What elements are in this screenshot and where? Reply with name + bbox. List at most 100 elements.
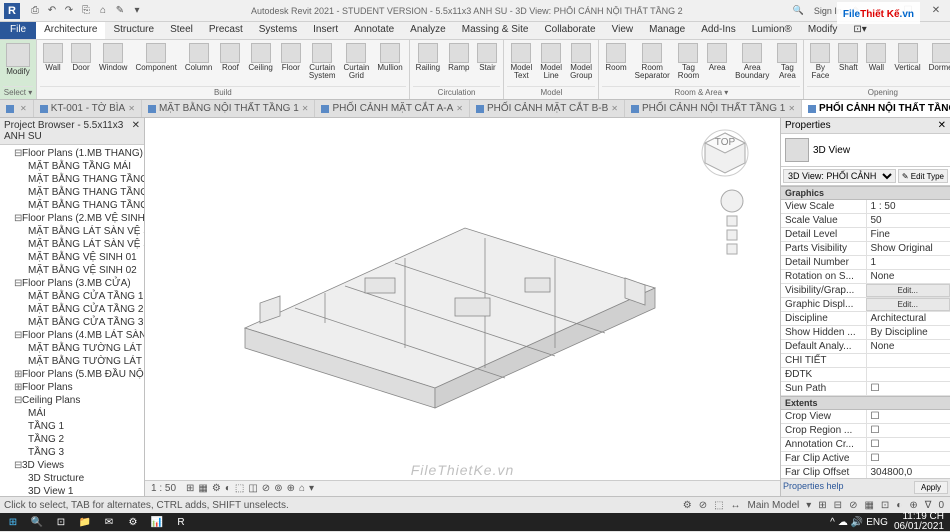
property-row[interactable]: Far Clip Active [781,452,950,466]
ribbon-button-room[interactable]: Room [602,42,629,73]
property-value[interactable] [866,354,950,367]
tree-node[interactable]: ⊞Floor Plans [0,381,144,394]
status-icon[interactable]: ⊘ [697,500,709,511]
expand-icon[interactable]: ⊟ [14,459,22,472]
status-icon[interactable]: ⊟ [832,500,844,511]
property-row[interactable]: Default Analy...None [781,340,950,354]
tree-node[interactable]: MẶT BẰNG CỬA TẦNG 2 [0,303,144,316]
browser-close-icon[interactable]: ✕ [132,120,140,142]
document-tab[interactable]: KT-001 - TỜ BÌA✕ [34,100,142,117]
ribbon-button-tagroom[interactable]: Tag Room [675,42,702,81]
property-row[interactable]: Parts VisibilityShow Original [781,242,950,256]
property-value[interactable]: By Discipline [866,326,950,339]
property-value[interactable] [866,410,950,423]
expand-icon[interactable]: ⊞ [14,381,22,394]
menu-tab-steel[interactable]: Steel [162,22,201,39]
status-icon[interactable]: ⊘ [847,500,859,511]
menu-tab-precast[interactable]: Precast [201,22,251,39]
ribbon-button-area[interactable]: Area [704,42,730,73]
property-value[interactable]: 50 [866,214,950,227]
property-row[interactable]: Sun Path [781,382,950,396]
property-row[interactable]: Crop Region ... [781,424,950,438]
tree-node[interactable]: ⊟Floor Plans (2.MB VỆ SINH) [0,212,144,225]
tree-node[interactable]: ⊟Floor Plans (1.MB THANG) [0,147,144,160]
property-value[interactable]: 304800,0 [866,466,950,478]
qat-button[interactable]: ▾ [130,4,144,18]
tree-node[interactable]: ⊟Ceiling Plans [0,394,144,407]
view-control-icon[interactable]: ⊘ [260,483,272,494]
menu-tab-addins[interactable]: Add-Ins [693,22,743,39]
tab-close-icon[interactable]: ✕ [456,104,463,113]
qat-button[interactable]: ⎘ [79,4,93,18]
property-value[interactable]: 1 : 50 [866,200,950,213]
tree-node[interactable]: MẶT BẰNG VỆ SINH 01 [0,251,144,264]
property-row[interactable]: Crop View [781,410,950,424]
property-row[interactable]: CHI TIẾT [781,354,950,368]
qat-button[interactable]: ⎙ [28,4,42,18]
ribbon-button-vertical[interactable]: Vertical [891,42,923,73]
tray-icon[interactable]: ENG [866,517,888,528]
ribbon-button-areaboundary[interactable]: Area Boundary [732,42,772,81]
ribbon-button-tagarea[interactable]: Tag Area [774,42,800,81]
ribbon-button-dormer[interactable]: Dormer [926,42,950,73]
status-icon[interactable]: ⊕ [907,500,919,511]
status-icon[interactable]: ↔ [729,500,743,511]
ribbon-button-modelline[interactable]: Model Line [537,42,565,81]
tree-node[interactable]: MẶT BẰNG CỬA TẦNG 3 [0,316,144,329]
menu-tab-annotate[interactable]: Annotate [346,22,402,39]
ribbon-button-column[interactable]: Column [182,42,216,73]
menu-tab-manage[interactable]: Manage [641,22,693,39]
tree-node[interactable]: 3D View 1 [0,485,144,496]
property-value[interactable]: Architectural [866,312,950,325]
qat-button[interactable]: ⌂ [96,4,110,18]
tree-node[interactable]: TẦNG 3 [0,446,144,459]
tree-node[interactable]: MẶT BẰNG VỆ SINH 02 [0,264,144,277]
expand-icon[interactable]: ⊞ [14,368,22,381]
view-control-icon[interactable]: ◫ [246,483,259,494]
expand-icon[interactable]: ⊟ [14,329,22,342]
ribbon-button-window[interactable]: Window [96,42,130,73]
property-value[interactable] [866,452,950,465]
tree-node[interactable]: TẦNG 2 [0,433,144,446]
tree-node[interactable]: ⊟Floor Plans (3.MB CỬA) [0,277,144,290]
tree-node[interactable]: MẶT BẰNG THANG TẦNG 3-4 [0,199,144,212]
tab-close-icon[interactable]: ✕ [128,104,135,113]
property-value[interactable]: None [866,340,950,353]
ribbon-button-modeltext[interactable]: Model Text [507,42,535,81]
expand-icon[interactable]: ⊟ [14,394,22,407]
ribbon-button-component[interactable]: Component [132,42,179,73]
ribbon-button-wall[interactable]: Wall [863,42,889,73]
ribbon-button-stair[interactable]: Stair [474,42,500,73]
property-row[interactable]: ĐDTK [781,368,950,382]
tree-node[interactable]: MẶT BẰNG THANG TẦNG 1-2 [0,173,144,186]
tree-node[interactable]: MẶT BẰNG THANG TẦNG 2-3 [0,186,144,199]
property-value[interactable] [866,382,950,395]
tab-close-icon[interactable]: ✕ [302,104,309,113]
view-control-icon[interactable]: ▦ [196,483,209,494]
menu-tab-collaborate[interactable]: Collaborate [536,22,603,39]
ribbon-button-modify[interactable]: Modify [3,42,33,77]
search-icon[interactable]: 🔍 [790,5,807,16]
property-row[interactable]: View Scale1 : 50 [781,200,950,214]
document-tab[interactable]: PHỐI CẢNH NỘI THẤT TẦNG 1✕ [625,100,802,117]
document-tab[interactable]: MẶT BẰNG NỘI THẤT TẦNG 1✕ [142,100,316,117]
tree-node[interactable]: MẶT BẰNG TẦNG MÁI [0,160,144,173]
tree-node[interactable]: MÁI [0,407,144,420]
taskbar-item[interactable]: R [170,514,192,530]
nav-bar[interactable] [719,188,745,268]
tree-node[interactable]: ⊟3D Views [0,459,144,472]
status-icon[interactable]: ▦ [862,500,875,511]
tab-close-icon[interactable]: ✕ [611,104,618,113]
property-row[interactable]: DisciplineArchitectural [781,312,950,326]
tree-node[interactable]: ⊟Floor Plans (4.MB LÁT SÀN) [0,329,144,342]
properties-close-icon[interactable]: ✕ [938,120,946,131]
document-tab[interactable]: PHỐI CẢNH MẶT CẮT A-A✕ [315,100,469,117]
ribbon-button-ramp[interactable]: Ramp [445,42,472,73]
ribbon-button-curtaingrid[interactable]: Curtain Grid [341,42,373,81]
menu-tab-structure[interactable]: Structure [105,22,162,39]
property-value[interactable]: Show Original [866,242,950,255]
property-group-header[interactable]: Graphics [781,186,950,200]
edit-type-button[interactable]: ✎ Edit Type [898,169,948,183]
menu-tail[interactable]: ⊡▾ [845,22,874,39]
properties-help-link[interactable]: Properties help [783,481,844,494]
